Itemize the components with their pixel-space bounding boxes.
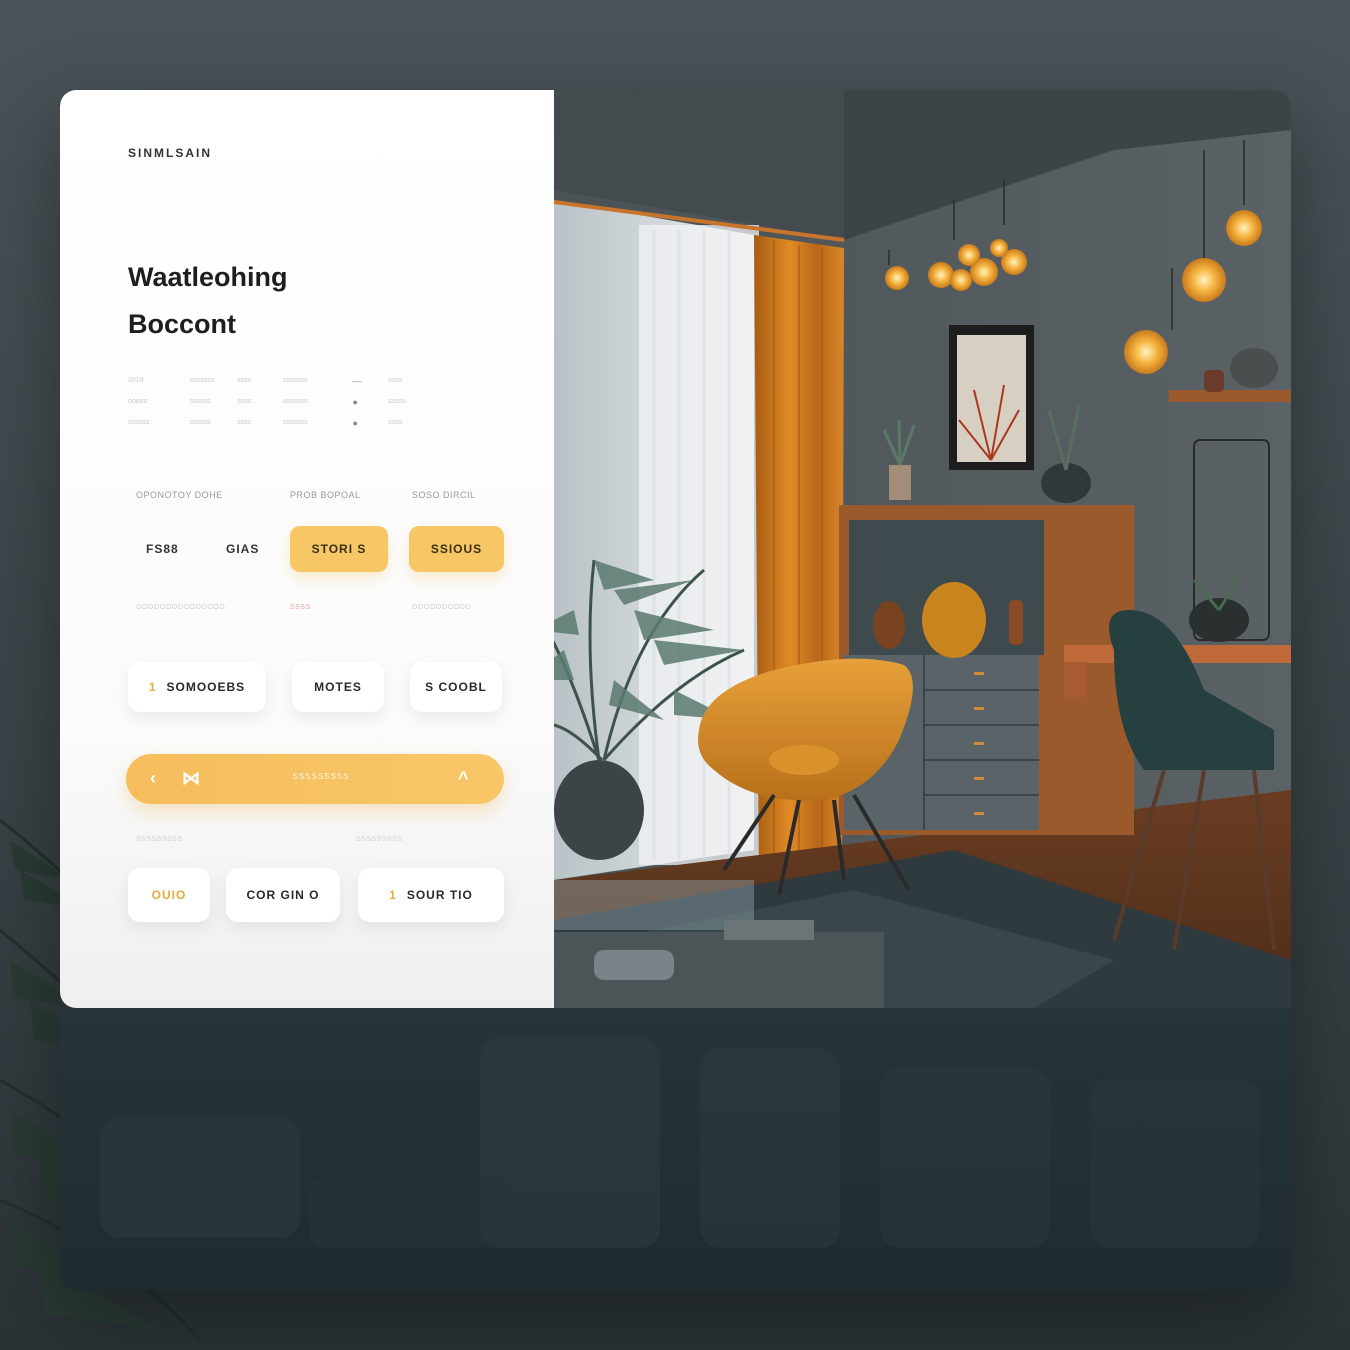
option-hint: OOOOOOOOOOOOOOO [136, 604, 226, 611]
meta-table: 2019 sssssss ssss sssssss — ssss ooooo s… [128, 370, 428, 433]
title-line-2: Boccont [128, 309, 236, 339]
page-title: Waatleohing Boccont [128, 254, 288, 348]
brand-logo[interactable]: SINMLSAIN [128, 146, 212, 160]
back-chevron-icon[interactable]: ‹ [150, 768, 156, 789]
meta-cell: ssss [237, 398, 252, 405]
title-line-1: Waatleohing [128, 262, 288, 292]
option-button[interactable]: GIAS [226, 542, 259, 556]
section-label: OPONOTOY DOHE [136, 490, 223, 500]
bottom-option-label: COR GIN O [246, 888, 320, 902]
meta-cell: ssss [237, 377, 252, 384]
option-hint: SSSS [290, 604, 311, 611]
meta-cell: ssssss [128, 419, 149, 426]
feature-label: MOTES [314, 680, 362, 694]
meta-cell: ssss [237, 419, 252, 426]
meta-cell: ssssss [189, 419, 211, 426]
feature-label: S COOBL [425, 680, 487, 694]
number-icon: 1 [389, 888, 397, 902]
feature-button-1[interactable]: 1 SOMOOEBS [128, 662, 266, 712]
meta-marker: — [352, 375, 362, 386]
feature-button-2[interactable]: MOTES [292, 662, 384, 712]
bottom-option-2[interactable]: COR GIN O [226, 868, 340, 922]
feature-label: SOMOOEBS [166, 680, 246, 694]
meta-cell: sssssss [282, 377, 308, 384]
meta-row: 2019 sssssss ssss sssssss — ssss [128, 370, 428, 391]
meta-cell: 2019 [128, 377, 144, 384]
meta-cell: ooooo [128, 398, 148, 405]
option-hint: OOOOOOOOOO [412, 604, 472, 611]
meta-cell: ssss [388, 419, 403, 426]
option-button[interactable]: FS88 [146, 542, 179, 556]
meta-cell: sssssss [282, 419, 308, 426]
section-label: SOSO DIRCIL [412, 490, 476, 500]
selected-option-chip[interactable]: SSIOUS [409, 526, 504, 572]
bottom-option-3[interactable]: 1 SOUR TIO [358, 868, 504, 922]
meta-row: ssssss ssssss ssss sssssss ● ssss [128, 412, 428, 433]
up-chevron-icon[interactable]: ^ [458, 768, 469, 789]
cta-label: SSSSSSSSS [292, 772, 350, 781]
meta-marker: ● [352, 396, 358, 407]
meta-marker: ● [352, 417, 358, 428]
meta-cell: sssssss [282, 398, 308, 405]
bottom-option-label: OUIO [151, 888, 187, 902]
meta-cell: sssssss [189, 377, 215, 384]
primary-cta-bar[interactable]: ‹ ⋈ SSSSSSSSS ^ [126, 754, 504, 804]
meta-cell: ssssss [189, 398, 211, 405]
bottom-option-1[interactable]: OUIO [128, 868, 210, 922]
booking-panel: SINMLSAIN Waatleohing Boccont 2019 sssss… [60, 90, 554, 1008]
living-room-photo [554, 90, 1291, 1008]
blurred-room-reflection [60, 1008, 1291, 1290]
section-label: SSSSSSSSS [356, 836, 403, 843]
selected-option-chip[interactable]: STORI S [290, 526, 388, 572]
number-icon: 1 [148, 680, 157, 694]
meta-cell: ssss [388, 377, 403, 384]
meta-row: ooooo ssssss ssss sssssss ● sssss [128, 391, 428, 412]
bowtie-icon[interactable]: ⋈ [182, 768, 200, 789]
section-label: PROB BOPOAL [290, 490, 361, 500]
section-label: SSSSSSSSS [136, 836, 183, 843]
main-card: SINMLSAIN Waatleohing Boccont 2019 sssss… [60, 90, 1291, 1290]
meta-cell: sssss [388, 398, 406, 405]
feature-button-3[interactable]: S COOBL [410, 662, 502, 712]
bottom-option-label: SOUR TIO [406, 888, 473, 902]
